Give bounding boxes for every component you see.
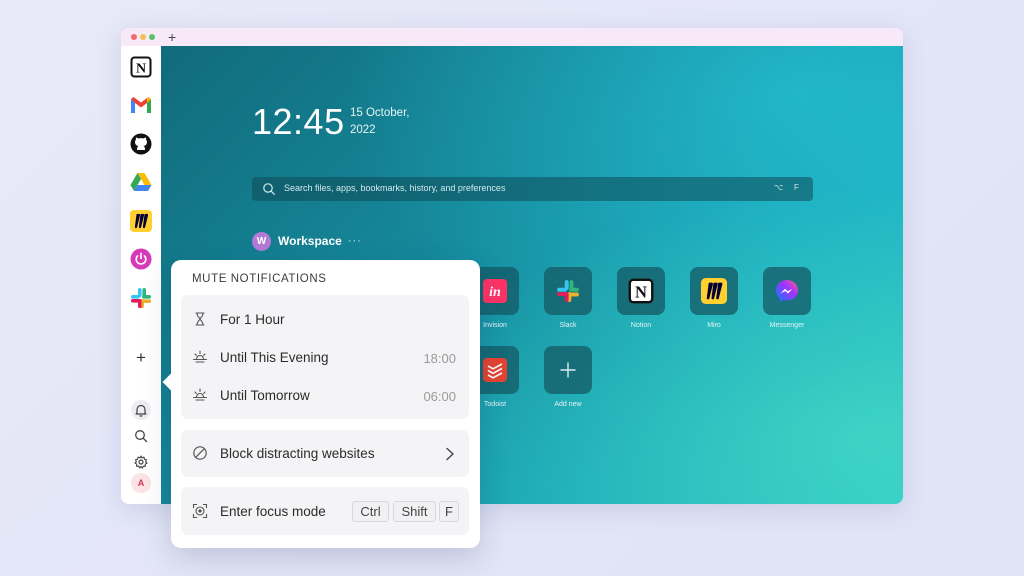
title-bar: + [121, 28, 903, 46]
kbd-f: F [439, 501, 459, 522]
tile-label: Miro [707, 322, 721, 329]
mute-option-tomorrow[interactable]: Until Tomorrow 06:00 [181, 376, 469, 414]
search-input[interactable]: Search files, apps, bookmarks, history, … [252, 177, 813, 201]
todoist-icon [483, 358, 507, 382]
add-app-button[interactable]: + [131, 348, 151, 368]
miro-icon [701, 278, 727, 304]
block-icon [193, 446, 207, 460]
app-sidebar: N + [121, 46, 161, 504]
add-new-tile[interactable] [544, 346, 592, 394]
messenger-icon [776, 280, 798, 302]
svg-text:N: N [635, 283, 647, 302]
mute-option-this-evening[interactable]: Until This Evening 18:00 [181, 338, 469, 376]
hourglass-icon [195, 312, 205, 326]
bell-icon[interactable] [131, 400, 151, 420]
mute-option-label: For 1 Hour [220, 312, 285, 327]
tile-label: Messenger [769, 322, 805, 329]
gear-icon[interactable] [131, 452, 151, 472]
tile-label: Notion [630, 322, 652, 329]
close-window-button[interactable] [131, 34, 137, 40]
slack-icon[interactable] [129, 286, 153, 310]
maximize-window-button[interactable] [149, 34, 155, 40]
miro-icon[interactable] [129, 209, 153, 233]
clock-time: 12:45 [252, 101, 345, 142]
mute-option-time: 18:00 [423, 351, 456, 366]
focus-mode-group: Enter focus mode Ctrl Shift F [181, 487, 469, 535]
mute-option-label: Until This Evening [220, 350, 329, 365]
mute-notifications-popover: MUTE NOTIFICATIONS For 1 Hour Until This… [162, 260, 480, 548]
notion-tile[interactable]: N [617, 267, 665, 315]
search-icon[interactable] [131, 426, 151, 446]
workspace-avatar: W [252, 231, 271, 251]
notion-icon[interactable]: N [129, 55, 153, 79]
slack-tile[interactable] [544, 267, 592, 315]
search-placeholder: Search files, apps, bookmarks, history, … [284, 183, 506, 193]
minimize-window-button[interactable] [140, 34, 146, 40]
plus-icon [560, 362, 576, 378]
workspace-header[interactable]: W Workspace ··· [252, 231, 362, 251]
date-line-1: 15 October, [350, 107, 410, 119]
kbd-shift: Shift [393, 501, 436, 522]
avatar[interactable]: A [131, 473, 151, 493]
svg-text:N: N [136, 62, 146, 77]
invision-icon: in [483, 279, 507, 303]
gmail-icon[interactable] [129, 93, 153, 117]
clock-date: 15 October, 2022 [350, 105, 440, 139]
mute-options-group: For 1 Hour Until This Evening 18:00 Unti… [181, 295, 469, 419]
github-icon[interactable] [129, 132, 153, 156]
miro-tile[interactable] [690, 267, 738, 315]
date-line-2: 2022 [350, 124, 376, 136]
popover-title: MUTE NOTIFICATIONS [192, 273, 327, 285]
workspace-more-button[interactable]: ··· [348, 235, 362, 247]
sunset-icon [192, 350, 208, 363]
mute-option-label: Until Tomorrow [220, 388, 310, 403]
svg-text:in: in [489, 285, 501, 300]
focus-icon [192, 503, 208, 519]
google-drive-icon[interactable] [129, 170, 153, 194]
block-websites-group: Block distracting websites [181, 430, 469, 477]
chevron-right-icon [446, 447, 454, 461]
mute-option-1-hour[interactable]: For 1 Hour [181, 300, 469, 338]
enter-focus-mode-button[interactable]: Enter focus mode Ctrl Shift F [181, 492, 469, 530]
tile-label: Add new [554, 401, 582, 408]
power-icon[interactable] [129, 247, 153, 271]
slack-icon [557, 280, 579, 302]
workspace-name: Workspace [278, 234, 342, 248]
tile-label: Slack [559, 322, 577, 329]
shortcut-modifier: ⌥ [774, 183, 784, 192]
new-tab-button[interactable]: + [168, 29, 176, 45]
notion-icon: N [628, 278, 654, 304]
shortcut-key: F [794, 183, 799, 192]
block-websites-label: Block distracting websites [220, 446, 375, 461]
messenger-tile[interactable] [763, 267, 811, 315]
focus-mode-label: Enter focus mode [220, 504, 326, 519]
sunrise-icon [192, 388, 208, 401]
search-icon [263, 183, 275, 195]
block-distracting-websites-button[interactable]: Block distracting websites [181, 434, 469, 472]
kbd-ctrl: Ctrl [352, 501, 389, 522]
mute-option-time: 06:00 [423, 389, 456, 404]
